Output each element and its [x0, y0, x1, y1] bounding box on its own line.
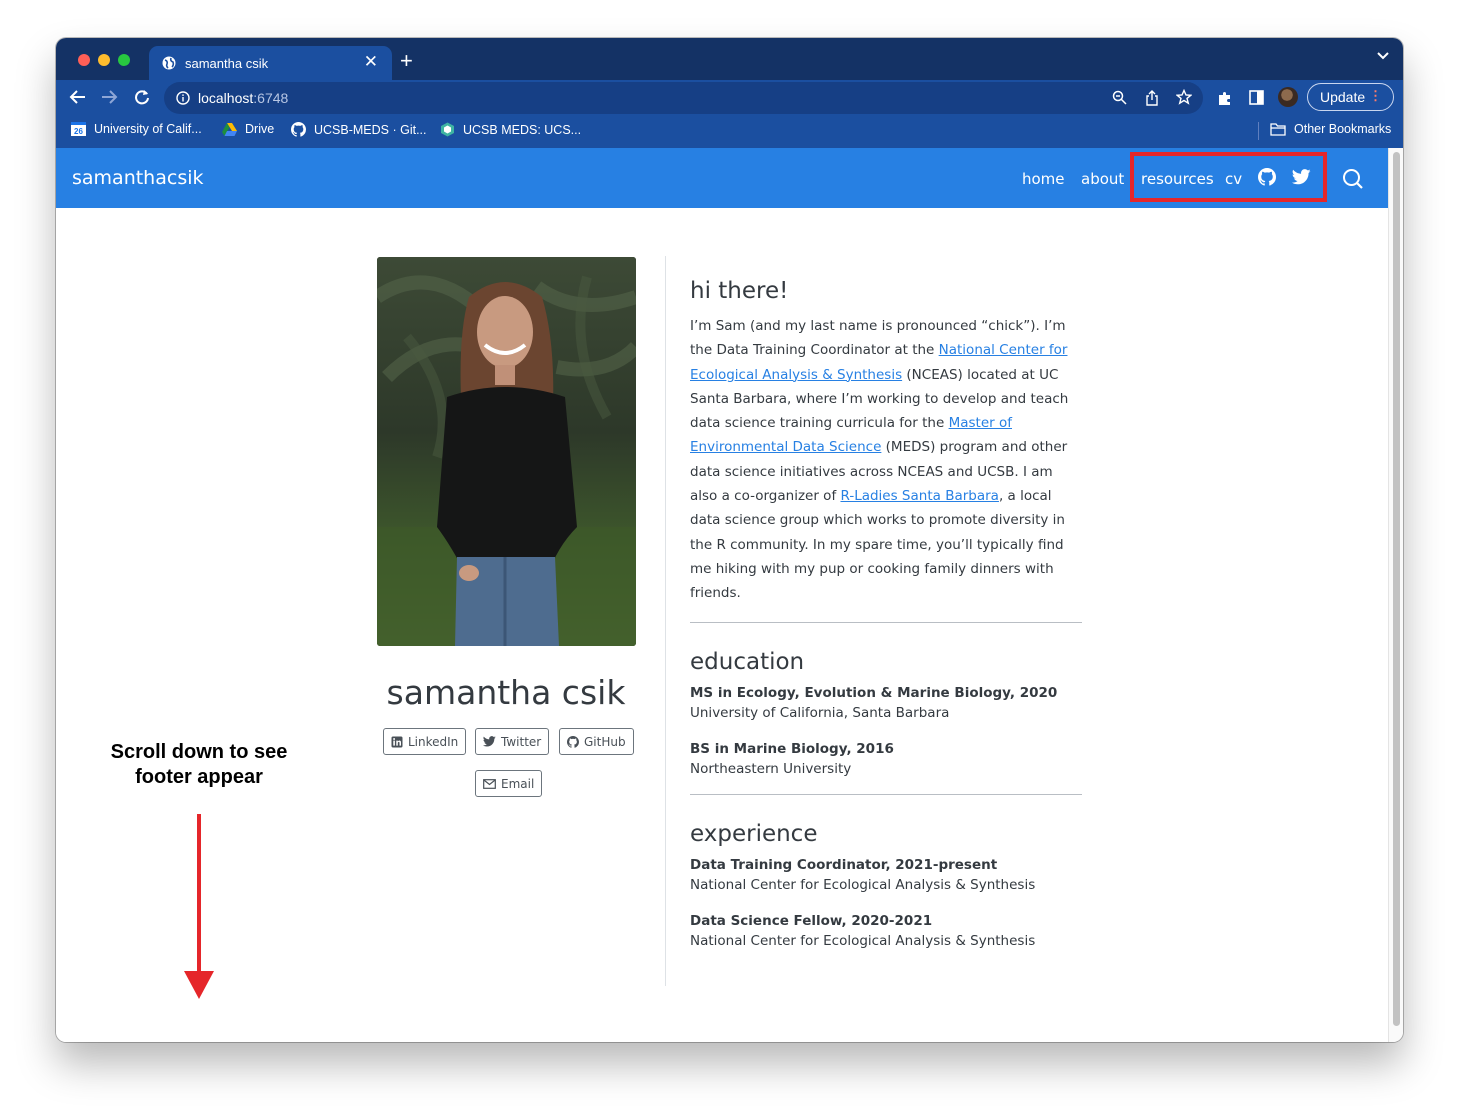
- divider: [690, 621, 1082, 623]
- zoom-window-button[interactable]: [118, 54, 130, 66]
- address-bar[interactable]: localhost:6748: [164, 82, 1203, 114]
- browser-toolbar: localhost:6748 Update ⋮: [56, 80, 1403, 114]
- info-icon[interactable]: [176, 91, 190, 105]
- twitter-icon: [483, 736, 496, 747]
- minimize-window-button[interactable]: [98, 54, 110, 66]
- bookmark-label: University of Calif...: [94, 122, 202, 136]
- calendar-icon: 26: [71, 122, 86, 136]
- reload-icon[interactable]: [134, 89, 150, 105]
- github-icon: [291, 122, 306, 137]
- close-window-button[interactable]: [78, 54, 90, 66]
- new-tab-button[interactable]: +: [400, 48, 413, 74]
- experience-title: Data Training Coordinator, 2021-present: [690, 856, 998, 873]
- github-label: GitHub: [584, 734, 626, 749]
- more-menu-icon[interactable]: ⋮: [1369, 88, 1382, 104]
- update-button[interactable]: Update ⋮: [1307, 83, 1394, 111]
- column-divider: [665, 256, 666, 986]
- bookmarks-bar: 26 University of Calif... Drive UCSB-MED…: [56, 114, 1403, 148]
- bookmark-star-icon[interactable]: [1176, 89, 1192, 105]
- education-school: Northeastern University: [690, 760, 852, 777]
- site-navbar: samanthacsik home about resources cv: [56, 148, 1388, 208]
- browser-window: samantha csik ✕ + localhost:6748 Update ⋮…: [56, 38, 1403, 1042]
- hexagon-logo-icon: [441, 122, 454, 137]
- envelope-icon: [483, 778, 496, 789]
- rladies-link[interactable]: R-Ladies Santa Barbara: [840, 488, 998, 504]
- bookmark-label: Other Bookmarks: [1294, 122, 1392, 136]
- education-heading: education: [690, 648, 805, 675]
- bookmark-ucal[interactable]: 26 University of Calif...: [71, 122, 202, 136]
- chevron-down-icon[interactable]: [1377, 52, 1389, 60]
- down-arrow-head: [184, 971, 214, 999]
- education-item: MS in Ecology, Evolution & Marine Biolog…: [690, 685, 1082, 721]
- annotation-line: Scroll down to see: [110, 741, 288, 763]
- education-school: University of California, Santa Barbara: [690, 704, 950, 721]
- profile-photo-image: [377, 257, 636, 646]
- extensions-puzzle-icon[interactable]: [1217, 90, 1233, 106]
- google-drive-icon: [222, 122, 237, 136]
- search-icon[interactable]: [1342, 168, 1364, 190]
- twitter-button[interactable]: Twitter: [475, 728, 550, 755]
- down-arrow-icon: [197, 814, 201, 974]
- nav-home[interactable]: home: [1022, 170, 1065, 188]
- education-title: BS in Marine Biology, 2016: [690, 740, 894, 757]
- profile-name: samantha csik: [386, 673, 626, 712]
- experience-title: Data Science Fellow, 2020-2021: [690, 912, 933, 929]
- web-page: samanthacsik home about resources cv sam…: [56, 148, 1388, 1042]
- tab-active[interactable]: samantha csik ✕: [149, 46, 392, 80]
- bookmark-label: Drive: [245, 122, 275, 136]
- intro-heading: hi there!: [690, 278, 789, 304]
- nav-about[interactable]: about: [1081, 170, 1124, 188]
- tab-title: samantha csik: [185, 56, 269, 71]
- github-button[interactable]: GitHub: [559, 728, 634, 755]
- linkedin-label: LinkedIn: [408, 734, 459, 749]
- linkedin-button[interactable]: LinkedIn: [383, 728, 467, 755]
- education-title: MS in Ecology, Evolution & Marine Biolog…: [690, 684, 1058, 701]
- email-label: Email: [501, 776, 535, 791]
- url-text: localhost:6748: [198, 90, 289, 106]
- experience-org: National Center for Ecological Analysis …: [690, 932, 1036, 949]
- forward-arrow-icon[interactable]: [101, 89, 118, 105]
- experience-heading: experience: [690, 820, 818, 847]
- github-icon: [567, 735, 579, 748]
- back-arrow-icon[interactable]: [69, 89, 86, 105]
- scrollbar-thumb[interactable]: [1393, 152, 1400, 1026]
- folder-icon: [1270, 122, 1286, 136]
- education-item: BS in Marine Biology, 2016 Northeastern …: [690, 741, 1082, 777]
- email-button[interactable]: Email: [475, 770, 543, 797]
- zoom-icon[interactable]: [1112, 90, 1127, 105]
- globe-icon: [162, 56, 176, 70]
- site-brand[interactable]: samanthacsik: [72, 167, 204, 189]
- bookmark-ucsb-meds[interactable]: UCSB MEDS: UCS...: [440, 122, 581, 137]
- scroll-annotation: Scroll down to see footer appear: [86, 740, 312, 790]
- annotation-line: footer appear: [135, 766, 263, 788]
- highlight-box: [1130, 152, 1327, 202]
- bookmark-ucsb-meds-github[interactable]: UCSB-MEDS · Git...: [291, 122, 427, 137]
- linkedin-icon: [391, 736, 403, 747]
- profile-photo: [377, 257, 636, 646]
- other-bookmarks[interactable]: Other Bookmarks: [1270, 122, 1391, 136]
- experience-item: Data Training Coordinator, 2021-present …: [690, 857, 1082, 893]
- bookmark-label: UCSB MEDS: UCS...: [463, 122, 582, 137]
- profile-avatar[interactable]: [1278, 87, 1298, 107]
- page-scrollbar[interactable]: [1388, 148, 1403, 1042]
- side-panel-icon[interactable]: [1249, 90, 1264, 105]
- bio-paragraph: I’m Sam (and my last name is pronounced …: [690, 318, 1069, 602]
- divider: [690, 793, 1082, 795]
- experience-item: Data Science Fellow, 2020-2021 National …: [690, 913, 1082, 949]
- tab-close-icon[interactable]: ✕: [364, 52, 378, 72]
- twitter-label: Twitter: [501, 734, 542, 749]
- experience-org: National Center for Ecological Analysis …: [690, 876, 1036, 893]
- bookmark-separator: [1258, 122, 1259, 140]
- tab-strip: samantha csik ✕ +: [56, 38, 1403, 80]
- bookmark-drive[interactable]: Drive: [222, 122, 274, 136]
- about-content: hi there! I’m Sam (and my last name is p…: [690, 278, 1082, 969]
- bookmark-label: UCSB-MEDS · Git...: [314, 122, 427, 137]
- share-icon[interactable]: [1145, 90, 1159, 106]
